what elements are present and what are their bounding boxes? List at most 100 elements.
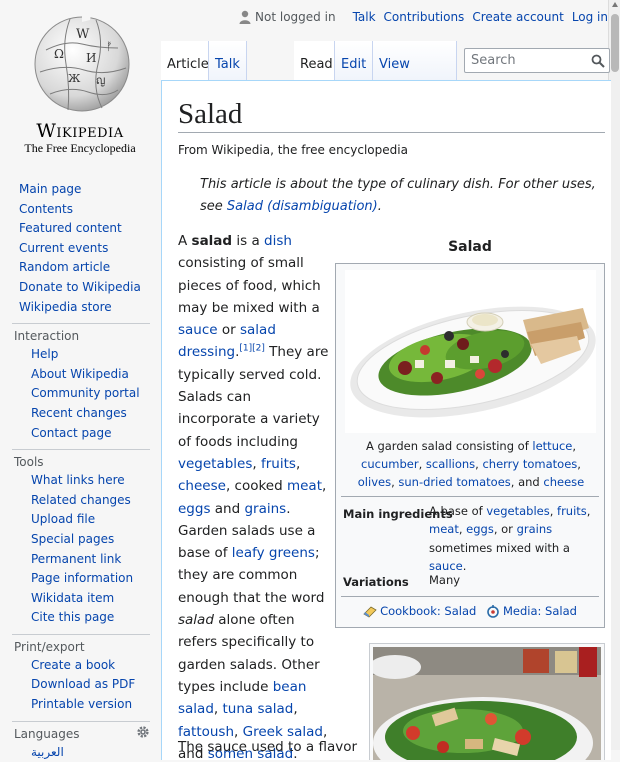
body-text: consisting of small pieces of food, whic… <box>178 255 321 316</box>
not-logged-in-text: Not logged in <box>255 10 336 24</box>
body-text: , <box>213 701 223 718</box>
sidebar-item-download-pdf[interactable]: Download as PDF <box>31 677 135 691</box>
article-body: A salad is a dish consisting of small pi… <box>178 233 358 760</box>
search-icon[interactable] <box>591 54 605 68</box>
link-cheese[interactable]: cheese <box>543 475 584 489</box>
scroll-up-arrow-icon[interactable] <box>612 2 618 7</box>
link-olives[interactable]: olives <box>358 475 391 489</box>
sidebar-item-page-information[interactable]: Page information <box>31 571 133 585</box>
sidebar-item-related-changes[interactable]: Related changes <box>31 493 131 507</box>
link-cucumber[interactable]: cucumber <box>361 457 419 471</box>
sidebar-item-wikidata-item[interactable]: Wikidata item <box>31 591 114 605</box>
sidebar-item-help[interactable]: Help <box>31 347 58 361</box>
variations-label: Variations <box>343 575 409 589</box>
reference-link[interactable]: [1][2] <box>239 344 265 354</box>
sidebar-item-cite-this-page[interactable]: Cite this page <box>31 610 114 624</box>
link-eggs[interactable]: eggs <box>178 501 210 517</box>
navigation-list: Main page Contents Featured content Curr… <box>0 180 160 317</box>
body-text: , <box>252 455 261 472</box>
portal-print-export: Print/export Create a book Download as P… <box>12 633 150 715</box>
body-text: , <box>293 701 298 718</box>
infobox-title: Salad <box>448 239 492 255</box>
sidebar-item-permanent-link[interactable]: Permanent link <box>31 552 121 566</box>
secondary-image-thumb[interactable] <box>369 643 605 760</box>
tab-edit[interactable]: Edit <box>335 41 373 81</box>
link-meat[interactable]: meat <box>429 522 459 536</box>
wikipedia-wordmark: Wikipedia <box>36 120 124 142</box>
caption-text: , and <box>510 475 544 489</box>
tab-article[interactable]: Article <box>161 41 209 81</box>
tab-read[interactable]: Read <box>294 41 335 81</box>
gear-icon[interactable] <box>136 725 150 739</box>
sidebar-item-special-pages[interactable]: Special pages <box>31 532 114 546</box>
puzzle-globe-icon: W Ω И ᚠ Ж ญ <box>34 10 130 112</box>
search-input[interactable]: Search <box>464 48 610 73</box>
body-text: A <box>178 233 192 249</box>
body-text: , <box>322 478 327 495</box>
portal-tools: Tools What links here Related changes Up… <box>12 449 150 628</box>
site-subtitle: From Wikipedia, the free encyclopedia <box>178 143 408 157</box>
sidebar-item-language-arabic[interactable]: العربية <box>31 745 64 759</box>
scrollbar-thumb[interactable] <box>611 14 619 72</box>
sidebar-item-what-links-here[interactable]: What links here <box>31 473 125 487</box>
svg-text:Ж: Ж <box>68 72 81 85</box>
sidebar-item-store[interactable]: Wikipedia store <box>19 300 112 314</box>
link-sun-dried-tomatoes[interactable]: sun-dried tomatoes <box>398 475 510 489</box>
portal-languages: Languages العربية <box>12 720 150 762</box>
user-icon <box>239 10 251 24</box>
link-lettuce[interactable]: lettuce <box>532 439 572 453</box>
log-in-link[interactable]: Log in <box>572 9 608 25</box>
sidebar-item-featured-content[interactable]: Featured content <box>19 221 122 235</box>
link-cherry-tomatoes[interactable]: cherry tomatoes <box>482 457 577 471</box>
sidebar-item-community-portal[interactable]: Community portal <box>31 386 140 400</box>
sidebar-item-donate[interactable]: Donate to Wikipedia <box>19 280 141 294</box>
talk-link[interactable]: Talk <box>353 9 376 25</box>
infobox-image[interactable] <box>345 270 596 433</box>
personal-tools: Not logged in Talk Contributions Create … <box>239 9 608 25</box>
sidebar-item-main-page[interactable]: Main page <box>19 182 81 196</box>
wikipedia-tagline: The Free Encyclopedia <box>24 141 136 155</box>
svg-text:W: W <box>76 27 90 42</box>
link-cheese[interactable]: cheese <box>178 478 226 494</box>
link-vegetables[interactable]: vegetables <box>486 504 549 518</box>
tab-talk[interactable]: Talk <box>209 41 247 81</box>
create-account-link[interactable]: Create account <box>472 9 564 25</box>
salad-plate-image <box>350 306 596 418</box>
link-fruits[interactable]: fruits <box>261 456 296 472</box>
disambiguation-link[interactable]: Salad (disambiguation) <box>227 199 378 214</box>
link-sauce[interactable]: sauce <box>178 322 218 338</box>
tab-view-history[interactable]: View history <box>373 41 457 120</box>
wikipedia-logo[interactable]: W Ω И ᚠ Ж ญ Wikipedia The Free Encyclope… <box>0 10 160 156</box>
link-grains[interactable]: grains <box>244 501 286 517</box>
contributions-link[interactable]: Contributions <box>384 9 465 25</box>
cookbook-link[interactable]: Cookbook: Salad <box>380 604 476 618</box>
sidebar-item-printable-version[interactable]: Printable version <box>31 697 132 711</box>
link-meat[interactable]: meat <box>287 478 322 494</box>
hatnote: This article is about the type of culina… <box>178 174 605 218</box>
sidebar-item-random-article[interactable]: Random article <box>19 260 110 274</box>
link-fruits[interactable]: fruits <box>557 504 587 518</box>
svg-text:Ω: Ω <box>54 47 64 61</box>
italic-term: salad <box>178 612 214 629</box>
svg-text:ญ: ญ <box>96 74 105 87</box>
body-text: or <box>217 322 240 339</box>
sidebar-item-current-events[interactable]: Current events <box>19 241 108 255</box>
link-tuna-salad[interactable]: tuna salad <box>223 701 294 717</box>
link-vegetables[interactable]: vegetables <box>178 456 252 472</box>
sidebar-item-contents[interactable]: Contents <box>19 202 73 216</box>
sidebar-item-about[interactable]: About Wikipedia <box>31 367 129 381</box>
link-eggs[interactable]: eggs <box>466 522 494 536</box>
sidebar-item-create-book[interactable]: Create a book <box>31 658 115 672</box>
link-scallions[interactable]: scallions <box>426 457 475 471</box>
commons-media-link[interactable]: Media: Salad <box>503 604 577 618</box>
link-grains[interactable]: grains <box>517 522 553 536</box>
sidebar-item-upload-file[interactable]: Upload file <box>31 512 95 526</box>
sidebar-item-contact-page[interactable]: Contact page <box>31 426 111 440</box>
link-dish[interactable]: dish <box>264 233 292 249</box>
link-leafy-greens[interactable]: leafy greens <box>232 545 315 561</box>
salad-bowl-image <box>373 647 601 760</box>
svg-text:И: И <box>86 51 96 65</box>
sidebar-item-recent-changes[interactable]: Recent changes <box>31 406 127 420</box>
caption-text: A garden salad consisting of <box>365 439 533 453</box>
sidebar: Main page Contents Featured content Curr… <box>0 180 160 762</box>
